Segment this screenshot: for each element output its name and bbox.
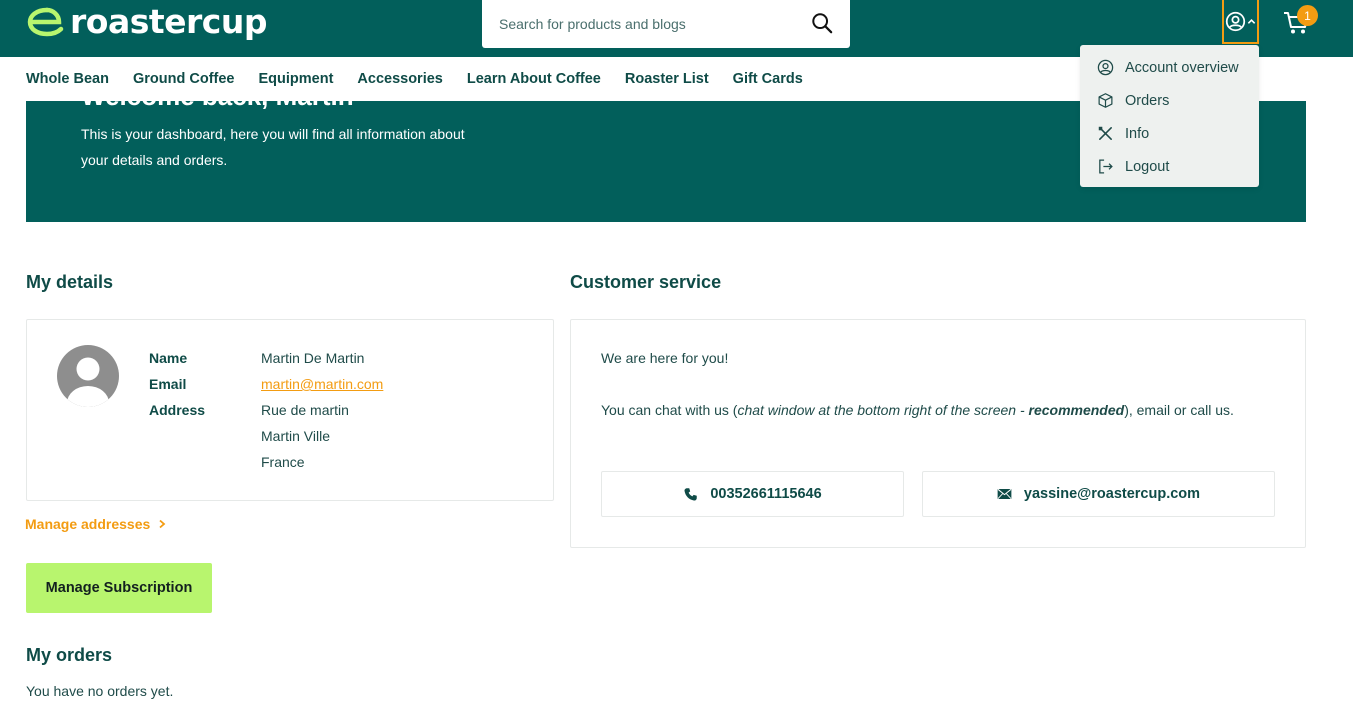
envelope-icon <box>997 488 1012 499</box>
logout-icon <box>1099 159 1113 174</box>
box-icon <box>1098 93 1113 108</box>
address-line: Martin Ville <box>261 428 330 444</box>
search-icon[interactable] <box>811 12 833 34</box>
email-link[interactable]: martin@martin.com <box>261 371 383 397</box>
hero-text: This is your dashboard, here you will fi… <box>81 126 465 168</box>
nav-roaster-list[interactable]: Roaster List <box>625 71 709 87</box>
main-nav: Whole Bean Ground Coffee Equipment Acces… <box>26 57 803 101</box>
account-dropdown: Account overview Orders Info Logout <box>1080 45 1259 187</box>
menu-item-info[interactable]: Info <box>1080 117 1259 150</box>
nav-gift-cards[interactable]: Gift Cards <box>733 71 803 87</box>
search-input[interactable] <box>482 4 792 44</box>
user-circle-icon <box>1097 59 1114 76</box>
nav-whole-bean[interactable]: Whole Bean <box>26 71 109 87</box>
my-orders-title: My orders <box>26 645 113 665</box>
menu-item-logout[interactable]: Logout <box>1080 150 1259 183</box>
my-details-title: My details <box>26 272 114 292</box>
manage-addresses-link[interactable]: Manage addresses <box>25 516 166 532</box>
hero-title: Welcome back, Martin <box>81 101 354 112</box>
manage-addresses-label: Manage addresses <box>25 516 151 532</box>
customer-service-card: We are here for you! You can chat with u… <box>570 319 1306 548</box>
address-line: France <box>261 454 305 470</box>
phone-number: 00352661115646 <box>710 486 822 502</box>
email-label: Email <box>149 376 187 392</box>
user-circle-icon <box>1225 11 1246 31</box>
support-email: yassine@roastercup.com <box>1023 486 1201 502</box>
chevron-right-icon <box>159 519 166 529</box>
phone-button[interactable]: 00352661115646 <box>601 471 904 517</box>
logo-wordmark: roastercup <box>70 2 267 41</box>
chevron-up-icon <box>1247 18 1256 24</box>
manage-subscription-button[interactable]: Manage Subscription <box>26 563 212 613</box>
menu-item-label: Logout <box>1125 158 1170 175</box>
customer-service-title: Customer service <box>570 272 722 292</box>
details-card: Name Martin De Martin Email martin@marti… <box>26 319 554 501</box>
cs-description: You can chat with us (chat window at the… <box>601 402 1234 418</box>
nav-accessories[interactable]: Accessories <box>357 71 442 87</box>
logo-mark-icon <box>27 7 64 37</box>
roastercup-logo[interactable]: roastercup <box>26 4 267 40</box>
name-label: Name <box>149 350 188 366</box>
phone-icon <box>684 487 698 500</box>
nav-ground-coffee[interactable]: Ground Coffee <box>133 71 235 87</box>
menu-item-label: Info <box>1125 125 1150 142</box>
no-orders-text: You have no orders yet. <box>26 683 174 699</box>
tools-icon <box>1098 126 1112 140</box>
email-button[interactable]: yassine@roastercup.com <box>922 471 1275 517</box>
details-list: Name Martin De Martin Email martin@marti… <box>149 345 383 475</box>
search-bar <box>482 0 850 48</box>
avatar <box>57 345 119 407</box>
account-menu-button[interactable] <box>1222 0 1259 44</box>
cart-count-badge: 1 <box>1297 5 1318 26</box>
menu-item-label: Account overview <box>1125 59 1239 76</box>
menu-item-account-overview[interactable]: Account overview <box>1080 51 1259 84</box>
address-line: Rue de martin <box>261 402 349 418</box>
nav-learn-about-coffee[interactable]: Learn About Coffee <box>467 71 601 87</box>
menu-item-label: Orders <box>1125 92 1170 109</box>
cs-intro: We are here for you! <box>601 350 729 366</box>
nav-equipment[interactable]: Equipment <box>258 71 333 87</box>
menu-item-orders[interactable]: Orders <box>1080 84 1259 117</box>
address-label: Address <box>149 402 206 418</box>
name-value: Martin De Martin <box>261 350 365 366</box>
